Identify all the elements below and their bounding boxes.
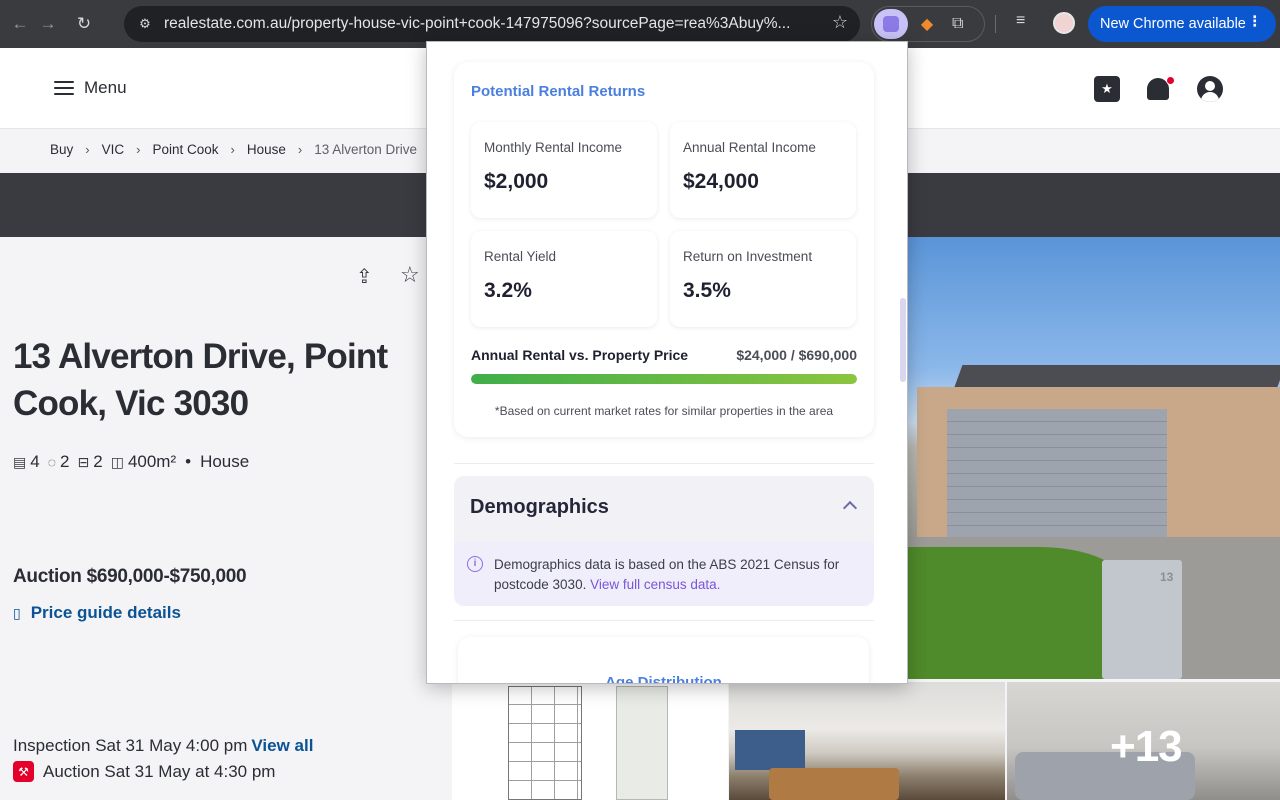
rental-footnote: *Based on current market rates for simil…: [494, 404, 834, 418]
property-type: House: [200, 452, 250, 471]
more-menu-icon[interactable]: ⋮: [1248, 14, 1263, 30]
media-controls-icon[interactable]: ≡: [1016, 12, 1025, 30]
mailbox: 13: [1102, 560, 1182, 679]
view-all-link[interactable]: View all: [251, 736, 313, 755]
demographics-note-text: Demographics data is based on the ABS 20…: [494, 555, 854, 594]
rental-vs-price-bar-fill: [471, 374, 857, 384]
section-divider: [454, 463, 874, 464]
url-text[interactable]: realestate.com.au/property-house-vic-poi…: [164, 15, 824, 33]
monthly-rental-value: $2,000: [484, 170, 549, 193]
auction-text: Auction Sat 31 May at 4:30 pm: [43, 761, 276, 781]
chevron-right-icon: ›: [230, 142, 235, 157]
saved-properties-icon[interactable]: ★: [1094, 76, 1120, 102]
rental-vs-price-value: $24,000 / $690,000: [736, 347, 857, 363]
rental-returns-card: Potential Rental Returns Monthly Rental …: [454, 62, 874, 437]
extension-popup: Potential Rental Returns Monthly Rental …: [426, 41, 908, 684]
rental-yield-stat: Rental Yield 3.2%: [471, 231, 657, 327]
rental-vs-price-row: Annual Rental vs. Property Price $24,000…: [471, 347, 857, 363]
land-size-icon: ◫: [110, 453, 124, 470]
breadcrumb: Buy › VIC › Point Cook › House › 13 Alve…: [50, 142, 417, 157]
main-property-photo[interactable]: 13: [907, 237, 1280, 679]
demographics-info-note: i Demographics data is based on the ABS …: [454, 542, 874, 606]
monthly-rental-stat: Monthly Rental Income $2,000: [471, 122, 657, 218]
breadcrumb-current: 13 Alverton Drive: [314, 142, 418, 157]
roi-value: 3.5%: [683, 279, 731, 302]
extensions-puzzle-icon[interactable]: ⧉: [952, 15, 963, 33]
breadcrumb-state[interactable]: VIC: [102, 142, 125, 157]
bed-icon: ▤: [13, 453, 27, 470]
gavel-icon: ⚒: [13, 761, 34, 782]
back-button[interactable]: ←: [6, 10, 34, 38]
annual-rental-label: Annual Rental Income: [683, 140, 816, 155]
breadcrumb-type[interactable]: House: [247, 142, 286, 157]
listing-summary-pane: [0, 237, 452, 800]
living-room-photo-thumbnail[interactable]: +13: [1007, 682, 1280, 800]
car-spaces-count: 2: [93, 452, 103, 471]
info-icon: i: [467, 556, 483, 572]
notifications-bell-icon[interactable]: [1147, 76, 1175, 102]
age-distribution-title: Age Distribution: [605, 674, 722, 684]
view-census-link[interactable]: View full census data.: [590, 577, 720, 592]
auction-time: ⚒ Auction Sat 31 May at 4:30 pm: [13, 761, 275, 782]
bath-icon: ◌: [47, 454, 57, 470]
metamask-extension-icon[interactable]: ◆: [916, 13, 938, 35]
auction-price: Auction $690,000-$750,000: [13, 566, 247, 587]
section-divider: [454, 620, 874, 621]
toolbar-divider: [995, 15, 996, 33]
forward-button[interactable]: →: [34, 10, 62, 38]
account-icon[interactable]: [1197, 76, 1223, 102]
chevron-right-icon: ›: [297, 142, 303, 157]
profile-avatar[interactable]: [1053, 12, 1075, 34]
bullet-separator: •: [185, 452, 192, 471]
rental-vs-price-label: Annual Rental vs. Property Price: [471, 347, 689, 363]
bathrooms-count: 2: [60, 452, 70, 471]
notification-dot: [1166, 76, 1175, 85]
demographics-section-header[interactable]: Demographics: [454, 476, 874, 542]
chevron-right-icon: ›: [85, 142, 90, 157]
chevron-up-icon[interactable]: [842, 498, 860, 516]
more-photos-count[interactable]: +13: [1110, 722, 1183, 772]
annual-rental-value: $24,000: [683, 170, 759, 193]
land-size: 400m²: [127, 452, 177, 471]
property-address: 13 Alverton Drive, Point Cook, Vic 3030: [13, 337, 388, 423]
rental-yield-value: 3.2%: [484, 279, 532, 302]
breadcrumb-buy[interactable]: Buy: [50, 142, 73, 157]
roi-label: Return on Investment: [683, 249, 813, 264]
monthly-rental-label: Monthly Rental Income: [484, 140, 623, 155]
breadcrumb-suburb[interactable]: Point Cook: [152, 142, 218, 157]
bookmark-star-icon[interactable]: ☆: [832, 12, 848, 33]
rental-yield-label: Rental Yield: [484, 249, 557, 264]
inspection-time: Inspection Sat 31 May 4:00 pm View all: [13, 736, 313, 756]
extensions-group: ◆ ⧉: [871, 6, 985, 42]
update-label: New Chrome available: [1100, 16, 1246, 32]
inspection-text: Inspection Sat 31 May 4:00 pm: [13, 736, 248, 755]
document-icon: ▯: [13, 604, 21, 621]
price-guide-link[interactable]: ▯ Price guide details: [13, 603, 181, 623]
annual-rental-stat: Annual Rental Income $24,000: [670, 122, 856, 218]
price-guide-label[interactable]: Price guide details: [31, 603, 181, 623]
reload-button[interactable]: ↻: [70, 10, 98, 38]
menu-label: Menu: [84, 78, 127, 97]
age-distribution-card: Age Distribution: [458, 637, 869, 684]
rental-returns-title: Potential Rental Returns: [471, 83, 646, 100]
popup-content: Potential Rental Returns Monthly Rental …: [427, 42, 907, 684]
address-bar[interactable]: ⚙ realestate.com.au/property-house-vic-p…: [124, 6, 860, 42]
chevron-right-icon: ›: [136, 142, 141, 157]
share-icon[interactable]: ⇪: [356, 264, 378, 288]
floorplan-thumbnail[interactable]: [452, 682, 728, 800]
menu-button[interactable]: Menu: [54, 78, 127, 98]
kitchen-photo-thumbnail[interactable]: [729, 682, 1005, 800]
new-chrome-available-button[interactable]: New Chrome available ⋮: [1088, 6, 1276, 42]
bedrooms-count: 4: [30, 452, 40, 471]
roi-stat: Return on Investment 3.5%: [670, 231, 856, 327]
hamburger-icon: [54, 81, 74, 95]
demographics-title: Demographics: [470, 496, 609, 518]
popup-scrollbar[interactable]: [900, 298, 906, 382]
rental-vs-price-bar: [471, 374, 857, 384]
site-info-icon[interactable]: ⚙: [132, 11, 158, 37]
property-features: ▤ 4 ◌ 2 ⊟ 2 ◫ 400m² • House: [13, 452, 249, 472]
property-extension-icon[interactable]: [874, 9, 908, 39]
favourite-star-icon[interactable]: ☆: [400, 262, 420, 288]
car-icon: ⊟: [77, 453, 90, 470]
